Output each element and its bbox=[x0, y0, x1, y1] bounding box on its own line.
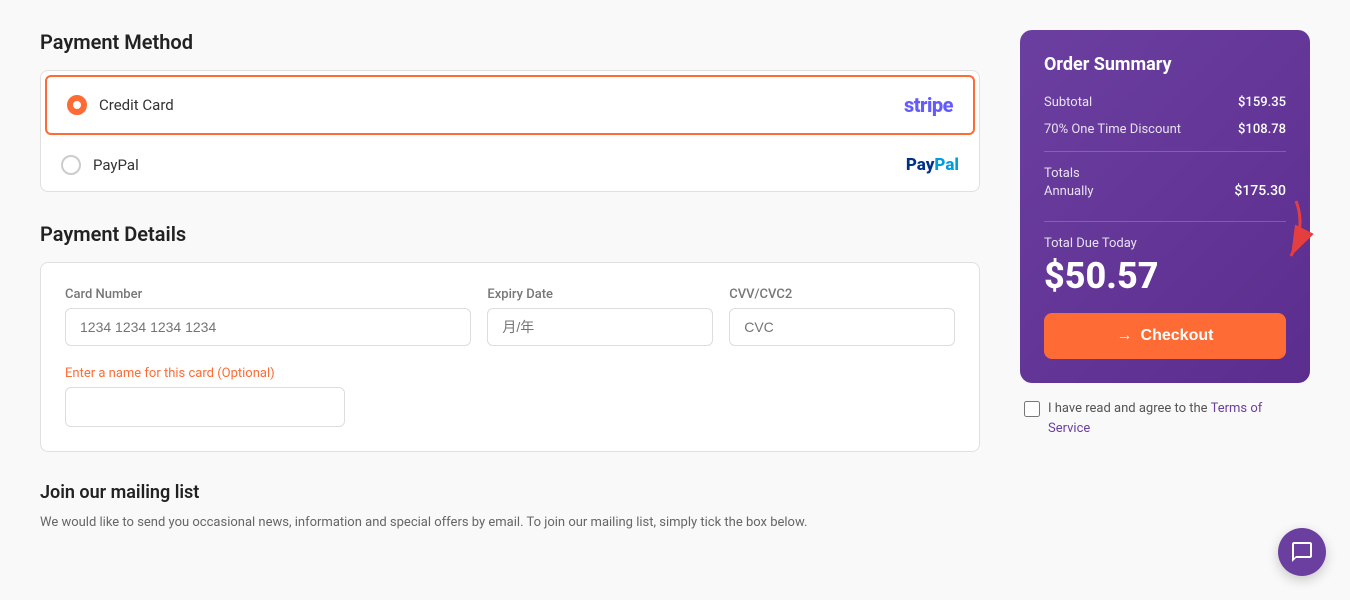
payment-method-title: Payment Method bbox=[40, 30, 980, 54]
total-due-label: Total Due Today bbox=[1044, 236, 1286, 251]
totals-annually-label: Annually bbox=[1044, 184, 1094, 199]
card-name-label: Enter a name for this card (Optional) bbox=[65, 366, 955, 381]
discount-row: 70% One Time Discount $108.78 bbox=[1044, 122, 1286, 137]
cvv-input[interactable] bbox=[729, 308, 955, 346]
card-number-group: Card Number bbox=[65, 287, 471, 346]
checkout-label: Checkout bbox=[1141, 327, 1214, 345]
card-name-group: Enter a name for this card (Optional) bbox=[65, 366, 955, 427]
checkout-button[interactable]: → Checkout bbox=[1044, 313, 1286, 359]
discount-label: 70% One Time Discount bbox=[1044, 122, 1181, 137]
totals-section: Totals Annually $175.30 bbox=[1044, 166, 1286, 207]
paypal-logo: PayPal bbox=[906, 155, 959, 175]
sidebar: Order Summary Subtotal $159.35 70% One T… bbox=[1020, 30, 1310, 534]
totals-annually-value: $175.30 bbox=[1234, 183, 1286, 199]
subtotal-value: $159.35 bbox=[1238, 95, 1286, 110]
stripe-logo: stripe bbox=[904, 93, 953, 117]
order-summary-title: Order Summary bbox=[1044, 54, 1286, 75]
card-number-input[interactable] bbox=[65, 308, 471, 346]
terms-text: I have read and agree to the Terms of Se… bbox=[1048, 399, 1306, 438]
order-summary: Order Summary Subtotal $159.35 70% One T… bbox=[1020, 30, 1310, 383]
mailing-text: We would like to send you occasional new… bbox=[40, 513, 980, 534]
expiry-label: Expiry Date bbox=[487, 287, 713, 302]
paypal-label: PayPal bbox=[93, 156, 906, 174]
mailing-title: Join our mailing list bbox=[40, 482, 980, 503]
order-divider bbox=[1044, 151, 1286, 152]
terms-checkbox[interactable] bbox=[1024, 401, 1040, 417]
card-number-label: Card Number bbox=[65, 287, 471, 302]
subtotal-row: Subtotal $159.35 bbox=[1044, 95, 1286, 110]
paypal-option[interactable]: PayPal PayPal bbox=[41, 139, 979, 191]
discount-value: $108.78 bbox=[1238, 122, 1286, 137]
cvv-label: CVV/CVC2 bbox=[729, 287, 955, 302]
subtotal-label: Subtotal bbox=[1044, 95, 1092, 110]
total-due-amount: $50.57 bbox=[1044, 255, 1286, 297]
payment-methods-container: Credit Card stripe PayPal PayPal bbox=[40, 70, 980, 192]
cvv-group: CVV/CVC2 bbox=[729, 287, 955, 346]
checkout-arrow-icon: → bbox=[1117, 327, 1133, 345]
card-name-input[interactable] bbox=[65, 387, 345, 427]
expiry-input[interactable] bbox=[487, 308, 713, 346]
expiry-group: Expiry Date bbox=[487, 287, 713, 346]
chat-bubble[interactable] bbox=[1278, 528, 1326, 576]
credit-card-option[interactable]: Credit Card stripe bbox=[45, 75, 975, 135]
payment-details-title: Payment Details bbox=[40, 222, 980, 246]
totals-label: Totals bbox=[1044, 166, 1286, 181]
order-divider-2 bbox=[1044, 221, 1286, 222]
terms-section: I have read and agree to the Terms of Se… bbox=[1020, 399, 1310, 438]
credit-card-label: Credit Card bbox=[99, 96, 904, 114]
credit-card-radio[interactable] bbox=[67, 95, 87, 115]
payment-details-box: Card Number Expiry Date CVV/CVC2 Enter a… bbox=[40, 262, 980, 452]
mailing-section: Join our mailing list We would like to s… bbox=[40, 482, 980, 534]
chat-icon bbox=[1290, 540, 1314, 564]
paypal-radio[interactable] bbox=[61, 155, 81, 175]
